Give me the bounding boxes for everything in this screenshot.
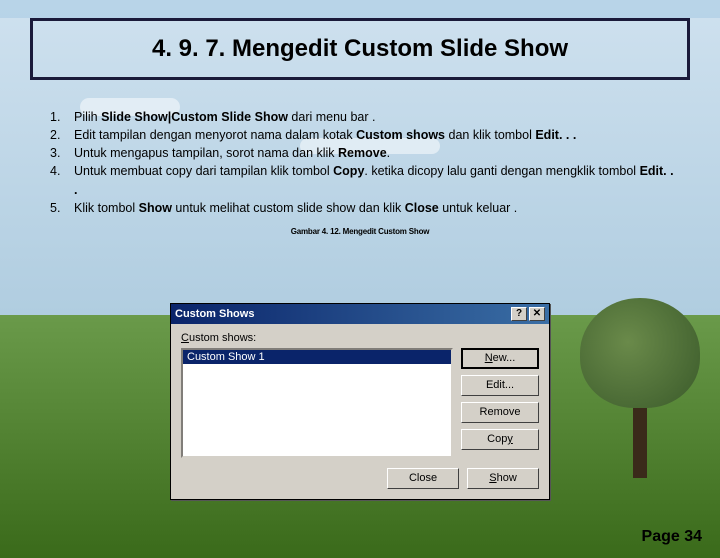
figure-caption: Gambar 4. 12. Mengedit Custom Show [0,227,720,236]
list-item: 5. Klik tombol Show untuk melihat custom… [50,199,680,217]
t: . [387,146,390,160]
list-item: 3. Untuk mengapus tampilan, sorot nama d… [50,144,680,162]
close-button[interactable]: Close [387,468,459,489]
remove-button[interactable]: Remove [461,402,539,423]
t: dan klik tombol [445,128,535,142]
bullet-num: 2. [50,126,74,144]
list-item: 1. Pilih Slide Show|Custom Slide Show da… [50,108,680,126]
t: Close [405,201,439,215]
bullet-num: 1. [50,108,74,126]
custom-shows-listbox[interactable]: Custom Show 1 [181,348,453,458]
t: Pilih [74,110,101,124]
bullet-num: 3. [50,144,74,162]
custom-shows-dialog: Custom Shows ? ✕ Custom shows: Custom Sh… [170,303,550,500]
t: Untuk membuat copy dari tampilan klik to… [74,164,333,178]
t: Untuk mengapus tampilan, sorot nama dan … [74,146,338,160]
bullet-list: 1. Pilih Slide Show|Custom Slide Show da… [50,108,680,217]
show-button[interactable]: Show [467,468,539,489]
bullet-num: 4. [50,162,74,198]
page-number: Page 34 [642,528,702,546]
t: Copy [333,164,364,178]
bullet-num: 5. [50,199,74,217]
custom-shows-label: Custom shows: [181,332,539,344]
t: untuk melihat custom slide show dan klik [172,201,405,215]
list-item: 4. Untuk membuat copy dari tampilan klik… [50,162,680,198]
dialog-title: Custom Shows [175,308,254,320]
edit-button[interactable]: Edit... [461,375,539,396]
copy-button[interactable]: Copy [461,429,539,450]
listbox-item-selected[interactable]: Custom Show 1 [183,350,451,364]
new-button[interactable]: New... [461,348,539,369]
t: Remove [338,146,387,160]
t: untuk keluar . [439,201,518,215]
t: Edit. . . [535,128,576,142]
t: Slide Show|Custom Slide Show [101,110,288,124]
t: dari menu bar . [288,110,376,124]
t: Show [139,201,172,215]
list-item: 2. Edit tampilan dengan menyorot nama da… [50,126,680,144]
dialog-titlebar[interactable]: Custom Shows ? ✕ [171,304,549,324]
t: Edit tampilan dengan menyorot nama dalam… [74,128,356,142]
help-button[interactable]: ? [511,307,527,321]
t: Klik tombol [74,201,139,215]
page-title: 4. 9. 7. Mengedit Custom Slide Show [30,18,690,80]
t: . ketika dicopy lalu ganti dengan mengkl… [364,164,639,178]
t: Custom shows [356,128,445,142]
close-icon[interactable]: ✕ [529,307,545,321]
